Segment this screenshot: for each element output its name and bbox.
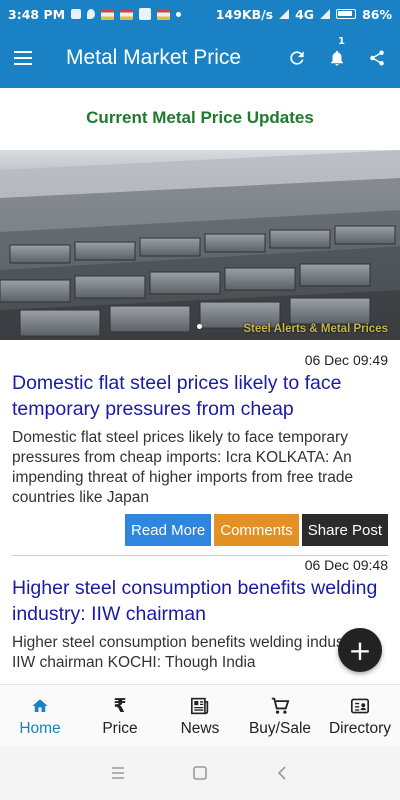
battery-level: 86% [362, 6, 392, 22]
nav-label: Home [19, 719, 61, 737]
signal-icon [320, 9, 331, 19]
rupee-icon: ₹ [113, 694, 127, 717]
news-item: 06 Dec 09:48 Higher steel consumption be… [12, 557, 388, 684]
location-icon [87, 9, 96, 19]
news-item: 06 Dec 09:49 Domestic flat steel prices … [12, 352, 388, 546]
nav-label: News [180, 719, 220, 737]
comments-button[interactable]: Comments [214, 514, 299, 546]
home-square-icon[interactable] [192, 765, 208, 781]
recents-icon[interactable] [110, 765, 126, 781]
status-time: 3:48 PM [8, 6, 66, 22]
nav-buy-sale[interactable]: Buy/Sale [240, 685, 320, 746]
news-headline[interactable]: Domestic flat steel prices likely to fac… [12, 370, 388, 422]
share-app-button[interactable] [360, 38, 394, 78]
refresh-button[interactable] [280, 38, 314, 78]
system-navigation [0, 746, 400, 800]
home-icon [31, 694, 49, 718]
app-notification-icon [71, 9, 82, 19]
add-button[interactable]: + [338, 628, 382, 672]
bell-icon [331, 50, 343, 66]
read-more-button[interactable]: Read More [125, 514, 212, 546]
banner-image[interactable]: Steel Alerts & Metal Prices [0, 150, 400, 340]
back-icon[interactable] [274, 765, 290, 781]
nav-label: Price [102, 719, 138, 737]
news-excerpt: Domestic flat steel prices likely to fac… [12, 429, 354, 506]
flag-icon [120, 8, 134, 20]
notification-badge: 1 [338, 36, 345, 47]
plus-icon: + [348, 633, 372, 667]
menu-button[interactable] [0, 28, 46, 88]
app-title: Metal Market Price [66, 46, 242, 69]
news-excerpt: Higher steel consumption benefits weldin… [12, 634, 366, 671]
network-speed: 149KB/s [215, 6, 274, 22]
refresh-icon [290, 51, 304, 65]
nav-directory[interactable]: Directory [320, 685, 400, 746]
banner-caption: Steel Alerts & Metal Prices [243, 323, 388, 335]
nav-label: Buy/Sale [248, 719, 312, 737]
news-date: 06 Dec 09:49 [304, 352, 388, 368]
notifications-button[interactable]: 1 [320, 36, 354, 78]
divider [12, 555, 388, 556]
gmail-icon [139, 8, 152, 20]
section-title: Current Metal Price Updates [86, 108, 314, 127]
status-bar: 3:48 PM 149KB/s 4G 86% [0, 0, 400, 28]
nav-price[interactable]: ₹ Price [80, 685, 160, 746]
signal-icon [279, 9, 290, 19]
app-bar: Metal Market Price 1 [0, 28, 400, 88]
share-icon [370, 50, 384, 66]
steel-bars-illustration [0, 150, 400, 340]
news-headline[interactable]: Higher steel consumption benefits weldin… [12, 575, 388, 627]
network-type: 4G [295, 6, 315, 22]
nav-label: Directory [328, 719, 391, 737]
carousel-indicator [197, 324, 202, 329]
hamburger-icon [14, 51, 32, 64]
news-date: 06 Dec 09:48 [304, 557, 388, 573]
share-post-button[interactable]: Share Post [301, 514, 388, 546]
contact-card-icon [350, 694, 370, 718]
more-notifications-icon [176, 11, 182, 17]
nav-home[interactable]: Home [0, 685, 80, 746]
flag-icon [101, 8, 115, 20]
flag-icon [157, 8, 171, 20]
battery-icon [336, 9, 357, 19]
newspaper-icon [190, 694, 210, 718]
bottom-navigation: Home ₹ Price News Buy/Sale Directory [0, 684, 400, 746]
nav-news[interactable]: News [160, 685, 240, 746]
cart-icon [270, 694, 290, 718]
